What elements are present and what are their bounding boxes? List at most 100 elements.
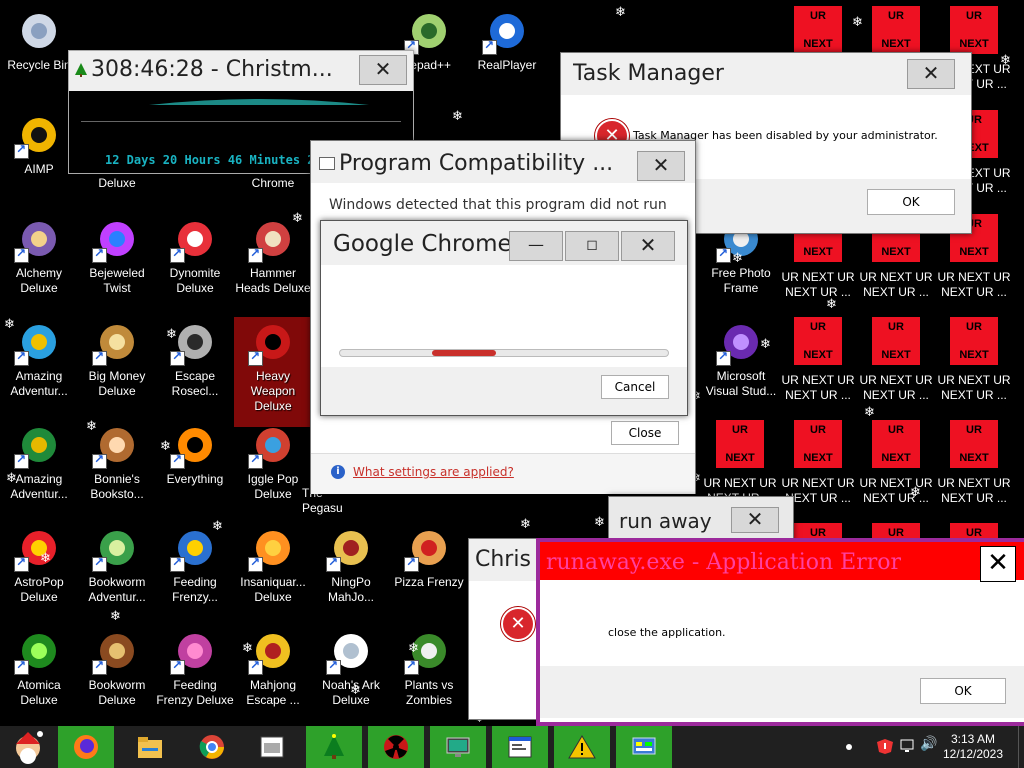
system-clock[interactable]: 3:13 AM 12/12/2023 (940, 732, 1006, 762)
volume-icon[interactable]: 🔊 (920, 736, 937, 752)
shortcut-arrow-icon (92, 658, 107, 675)
show-desktop-button[interactable] (1018, 726, 1024, 768)
close-button[interactable]: ✕ (731, 507, 779, 533)
shortcut-arrow-icon (14, 246, 29, 263)
taskbar-app-window[interactable] (244, 726, 300, 768)
desktop-icon-amazing1[interactable]: Amazing Adventur... (0, 317, 78, 417)
close-button[interactable]: ✕ (637, 151, 685, 181)
desktop-icon-heavyweapon[interactable]: Heavy Weapon Deluxe (234, 317, 312, 427)
ur-next-tile[interactable]: UR NEXT (872, 420, 920, 468)
desktop-icon-recycle-bin[interactable]: Recycle Bin (0, 6, 78, 106)
ur-tile-top: UR (888, 10, 904, 22)
desktop-icon-atomica[interactable]: Atomica Deluxe (0, 626, 78, 726)
snowflake-icon: ❄ (4, 317, 15, 332)
cancel-button[interactable]: Cancel (601, 375, 669, 399)
snowflake-icon: ❄ (110, 609, 121, 624)
desktop-icon-hammer[interactable]: Hammer Heads Deluxe (234, 214, 312, 314)
shortcut-arrow-icon (14, 142, 29, 159)
taskbar-compatibility[interactable] (492, 726, 548, 768)
close-icon: ✕ (652, 153, 670, 177)
desktop-icon-pizza[interactable]: Pizza Frenzy (390, 523, 468, 623)
countdown-titlebar[interactable]: 308:46:28 - Christm... ✕ (69, 51, 413, 91)
ur-tile-top: UR (810, 321, 826, 333)
close-button[interactable]: ✕ (980, 546, 1016, 582)
desktop-icon-bookworm[interactable]: Bookworm Deluxe (78, 626, 156, 726)
maximize-icon: ◻ (586, 237, 598, 253)
close-button[interactable]: ✕ (907, 59, 955, 89)
desktop-icon-dynomite[interactable]: Dynomite Deluxe (156, 214, 234, 314)
start-button[interactable] (0, 726, 56, 768)
ur-next-tile[interactable]: UR NEXT (872, 317, 920, 365)
system-dot-icon[interactable] (846, 744, 852, 750)
desktop-icon-realplayer[interactable]: RealPlayer (468, 6, 546, 106)
ur-tile-top: UR (966, 321, 982, 333)
taskbar-file-explorer[interactable] (122, 726, 178, 768)
network-icon[interactable] (900, 738, 916, 754)
desktop-icon-visualstudio[interactable]: Microsoft Visual Stud... (702, 317, 780, 417)
ur-next-tile[interactable]: UR NEXT (872, 6, 920, 54)
ur-tile-bottom: NEXT (881, 349, 911, 361)
taskbar-christmas-tree[interactable] (306, 726, 362, 768)
desktop-icon-alchemy[interactable]: Alchemy Deluxe (0, 214, 78, 314)
ur-next-tile[interactable]: UR NEXT (950, 317, 998, 365)
desktop-icon-plants[interactable]: Plants vs Zombies (390, 626, 468, 726)
desktop-icon-bejeweled[interactable]: Bejeweled Twist (78, 214, 156, 314)
snowflake-icon: ❄ (242, 641, 253, 656)
desktop-icon-label: Escape Rosecl... (171, 369, 219, 398)
ur-next-tile[interactable]: UR NEXT (950, 6, 998, 54)
desktop-icon-bookworm-adv[interactable]: Bookworm Adventur... (78, 523, 156, 623)
icon-label-deluxe-partial: Deluxe (98, 176, 136, 190)
desktop-icon-bigmoney[interactable]: Big Money Deluxe (78, 317, 156, 417)
taskbar-chrome[interactable] (184, 726, 240, 768)
desktop-icon-bonnie[interactable]: Bonnie's Booksto... (78, 420, 156, 520)
ur-next-label: UR NEXT UR NEXT UR ... (937, 270, 1011, 299)
desktop-icon-label: Iggle Pop Deluxe (247, 472, 299, 501)
desktop-icon-ningpo[interactable]: NingPo MahJo... (312, 523, 390, 623)
ur-next-tile[interactable]: UR NEXT (794, 420, 842, 468)
desktop-icon-astropop[interactable]: AstroPop Deluxe (0, 523, 78, 623)
task-manager-titlebar[interactable]: Task Manager ✕ (561, 53, 971, 95)
security-warning-icon[interactable] (876, 738, 894, 754)
settings-applied-link[interactable]: What settings are applied? (353, 465, 514, 479)
ur-next-tile[interactable]: UR NEXT (794, 6, 842, 54)
taskbar-task-manager[interactable] (430, 726, 486, 768)
ur-next-tile[interactable]: UR NEXT (716, 420, 764, 468)
countdown-title: 308:46:28 - Christm... (91, 57, 333, 82)
desktop-icon-noahs[interactable]: Noah's Ark Deluxe (312, 626, 390, 726)
desktop-icon-amazing2[interactable]: Amazing Adventur... (0, 420, 78, 520)
taskbar-warning[interactable] (554, 726, 610, 768)
desktop-icon-insaniquarium[interactable]: Insaniquar... Deluxe (234, 523, 312, 623)
snowflake-icon: ❄ (826, 297, 837, 312)
chrome-title: Google Chrome (333, 231, 512, 257)
desktop-icon-label: AIMP (24, 162, 54, 176)
chrome-titlebar[interactable]: Google Chrome — ◻ ✕ (321, 221, 687, 265)
taskbar-heavy-weapon[interactable] (368, 726, 424, 768)
ur-next-tile[interactable]: UR NEXT (794, 317, 842, 365)
snowflake-icon: ❄ (1000, 53, 1011, 68)
desktop-icon-feeding1[interactable]: Feeding Frenzy... (156, 523, 234, 623)
desktop-icon-aimp[interactable]: AIMP (0, 110, 78, 210)
desktop-icon-feeding2[interactable]: Feeding Frenzy Deluxe (156, 626, 234, 726)
close-button[interactable]: ✕ (359, 55, 407, 85)
desktop-icon-label: NingPo MahJo... (327, 575, 375, 604)
taskbar-control-panel[interactable] (616, 726, 672, 768)
ok-button[interactable]: OK (867, 189, 955, 215)
ur-next-tile[interactable]: UR NEXT (950, 420, 998, 468)
desktop-icon-label: Feeding Frenzy Deluxe (156, 678, 234, 707)
app-error-titlebar[interactable]: runaway.exe - Application Error (540, 542, 1024, 580)
taskbar-firefox[interactable] (58, 726, 114, 768)
desktop-icon-iggle[interactable]: Iggle Pop Deluxe (234, 420, 312, 520)
application-error-dialog[interactable]: runaway.exe - Application Error ✕ close … (536, 538, 1024, 726)
close-dialog-button[interactable]: Close (611, 421, 679, 445)
maximize-button[interactable]: ◻ (565, 231, 619, 261)
shortcut-arrow-icon (248, 555, 263, 572)
ok-button[interactable]: OK (920, 678, 1006, 704)
google-chrome-dialog[interactable]: Google Chrome — ◻ ✕ Cancel (320, 220, 688, 416)
desktop-icon-everything[interactable]: Everything (156, 420, 234, 520)
ur-tile-bottom: NEXT (725, 452, 755, 464)
compat-titlebar[interactable]: Program Compatibility ... ✕ (311, 141, 695, 183)
close-button[interactable]: ✕ (621, 231, 675, 261)
desktop-icon-label: Bonnie's Booksto... (90, 472, 144, 501)
minimize-button[interactable]: — (509, 231, 563, 261)
ur-next-label: UR NEXT UR NEXT UR ... (937, 476, 1011, 505)
